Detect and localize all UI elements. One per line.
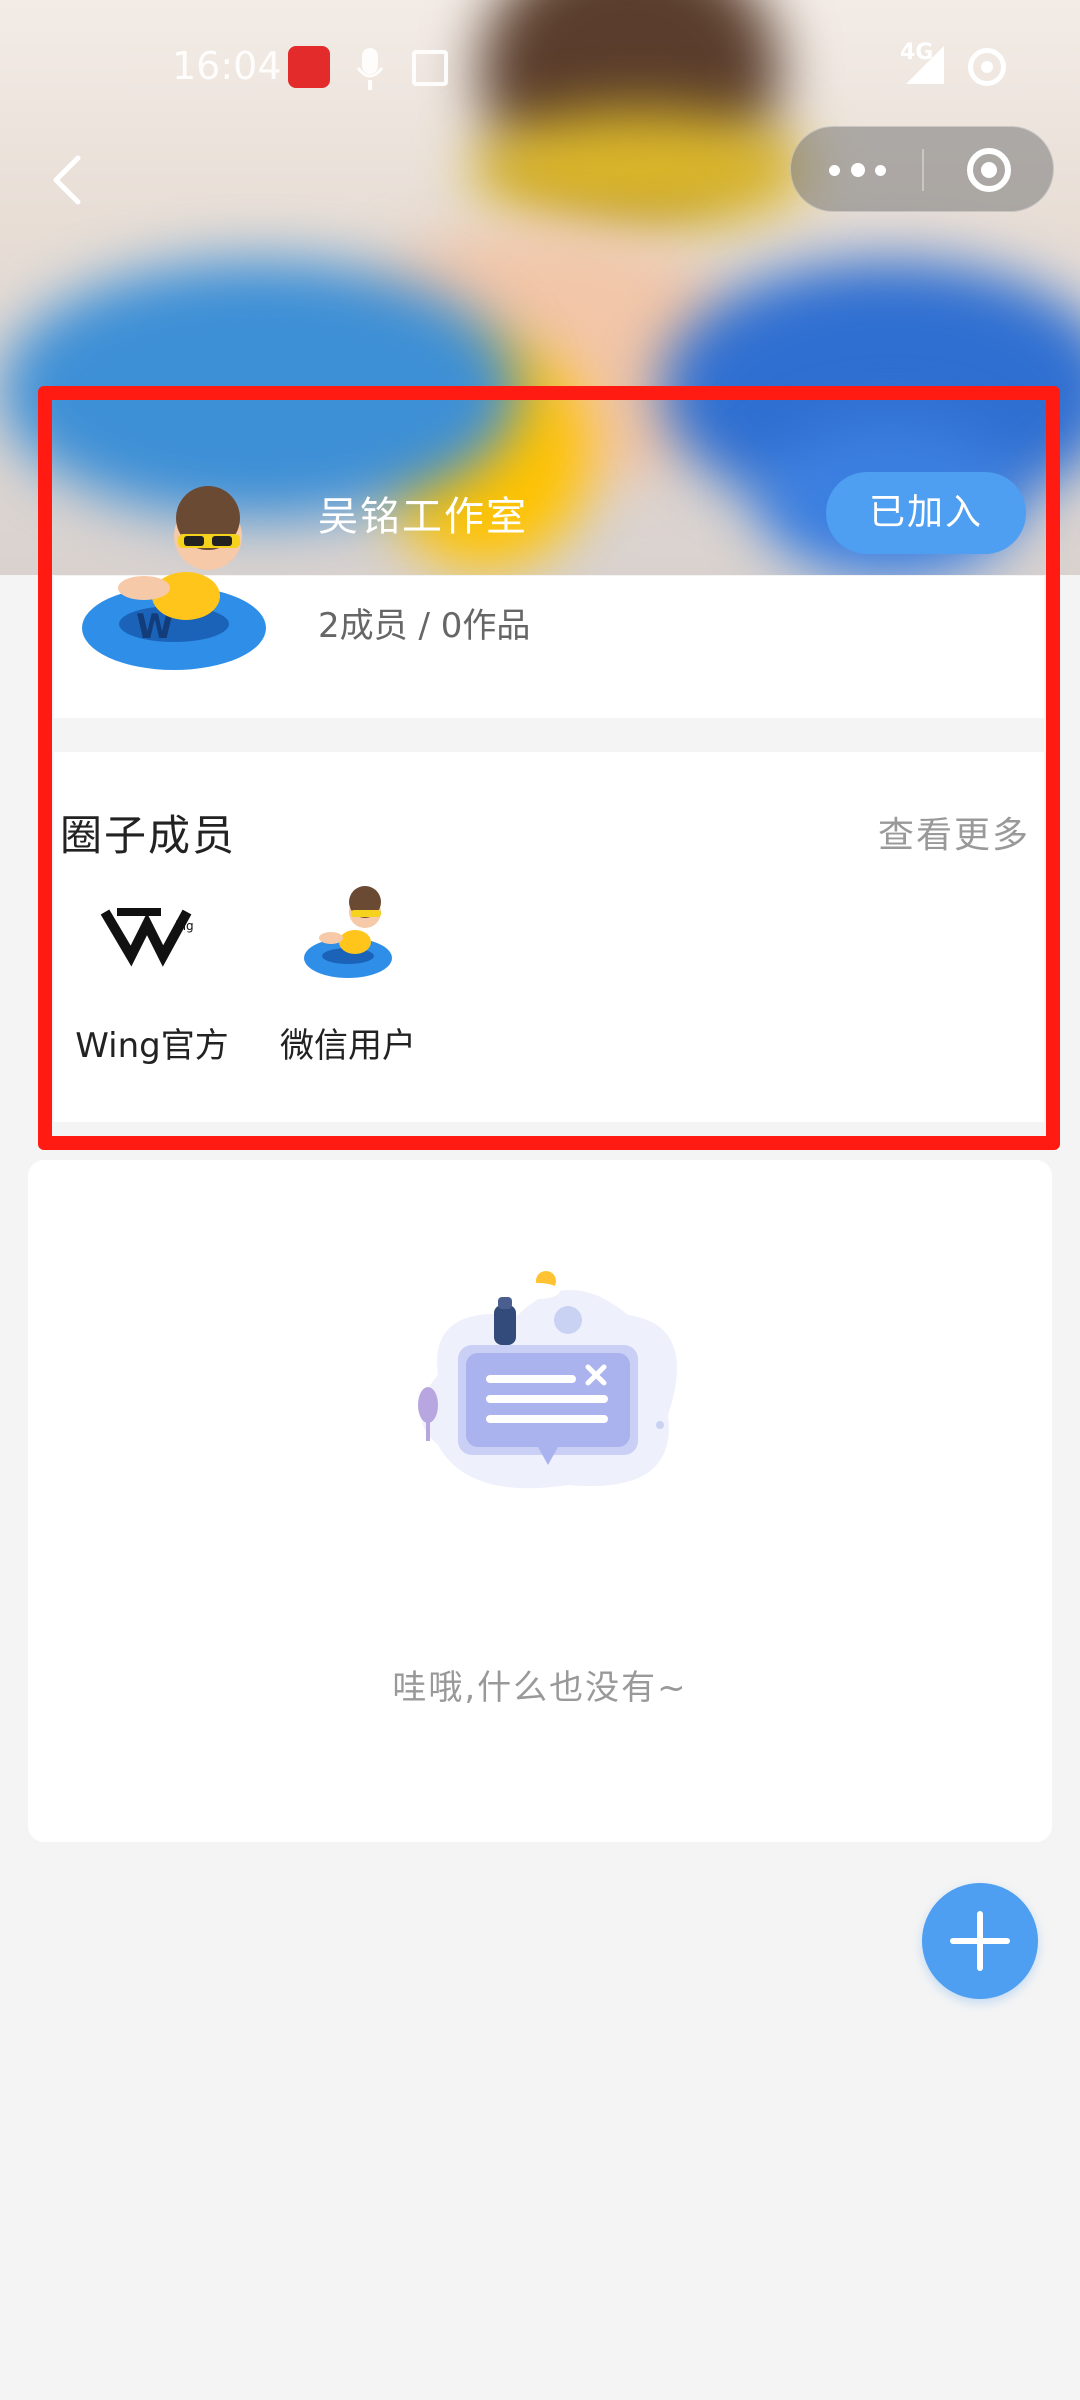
target-close-icon[interactable] bbox=[923, 127, 1055, 213]
empty-message-illustration bbox=[418, 1271, 677, 1489]
highlight-box bbox=[38, 386, 1060, 1150]
signal-icon bbox=[906, 46, 944, 84]
empty-state-text: 哇哦,什么也没有~ bbox=[392, 1668, 688, 1708]
mini-program-capsule bbox=[790, 126, 1054, 212]
status-time: 16:04 bbox=[172, 44, 282, 88]
mic-icon bbox=[356, 48, 384, 90]
wallet-app-icon bbox=[288, 46, 330, 88]
location-icon bbox=[968, 48, 1006, 86]
more-dots-icon[interactable] bbox=[791, 127, 923, 213]
works-list-card: 哇哦,什么也没有~ bbox=[28, 1160, 1052, 1842]
status-bar: 16:04 4G bbox=[0, 0, 1080, 140]
chevron-left-icon[interactable] bbox=[40, 150, 100, 210]
image-icon bbox=[412, 50, 448, 86]
plus-icon[interactable] bbox=[922, 1883, 1038, 1999]
